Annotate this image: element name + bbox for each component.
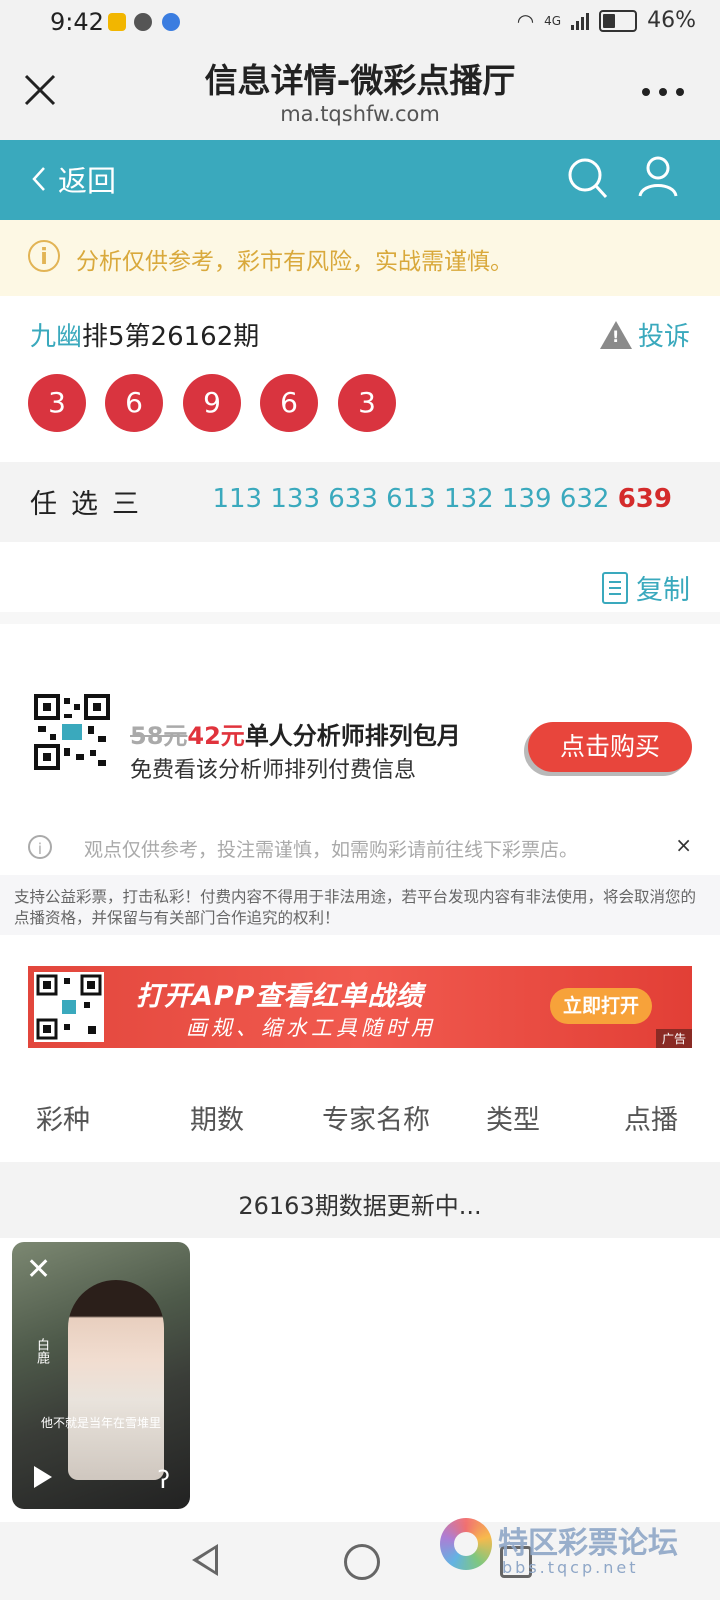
app-notification-icon (108, 13, 126, 31)
result-ball: 6 (105, 374, 163, 432)
pick-row: 任选三 113 133 633 613 132 139 632 639 (0, 462, 720, 542)
signal-icon (571, 12, 590, 30)
floating-video[interactable]: 白鹿 ✕ 他不就是当年在雪堆里 ʔ (12, 1242, 190, 1509)
analyst-name[interactable]: 九幽 (30, 322, 82, 352)
updating-text: 26163期数据更新中... (238, 1192, 482, 1220)
old-price: 58元 (130, 722, 188, 750)
info-icon: i (28, 835, 52, 859)
battery-percent: 46% (647, 8, 696, 33)
col-issue: 期数 (190, 1105, 244, 1136)
pick-type-label: 任选三 (30, 489, 153, 520)
top-nav: 返回 (0, 140, 720, 220)
ad-tag: 广告 (655, 1029, 692, 1048)
play-icon[interactable] (34, 1466, 52, 1488)
legal-text: 支持公益彩票，打击私彩！付费内容不得用于非法用途，若平台发现内容有非法使用，将会… (14, 888, 697, 927)
col-lottery: 彩种 (36, 1105, 90, 1136)
app-banner-ad[interactable]: 打开APP查看红单战绩 画规、缩水工具随时用 立即打开 广告 (28, 966, 692, 1048)
ear-icon[interactable]: ʔ (158, 1466, 170, 1494)
info-icon: i (28, 240, 60, 272)
page-title: 信息详情-微彩点播厅 (204, 61, 516, 100)
watermark-url: bbs.tqcp.net (502, 1558, 639, 1577)
close-video-icon[interactable]: ✕ (26, 1252, 51, 1287)
result-ball: 6 (260, 374, 318, 432)
risk-notice: i 分析仅供参考，彩市有风险，实战需谨慎。 (0, 220, 720, 296)
complaint-button[interactable]: 投诉 (599, 316, 690, 353)
nav-back-inner (198, 1549, 215, 1571)
advice-tip: i 观点仅供参考，投注需谨慎，如需购彩请前往线下彩票店。 × (28, 833, 692, 865)
issue-title: 九幽排5第26162期 (30, 316, 259, 353)
video-side-text: 白鹿 (34, 1338, 49, 1364)
search-icon[interactable] (566, 156, 610, 202)
nav-home-icon[interactable] (344, 1544, 380, 1580)
complaint-label: 投诉 (637, 322, 690, 352)
result-ball: 3 (338, 374, 396, 432)
status-bar: 9:42 ◠ 4G 46% (0, 0, 720, 44)
pick-number-list: 113 133 633 613 132 139 632 (212, 484, 610, 514)
divider (0, 612, 720, 624)
wechat-icon (134, 13, 152, 31)
result-ball: 9 (183, 374, 241, 432)
video-caption: 他不就是当年在雪堆里 (40, 1416, 161, 1430)
page-url: ma.tqshfw.com (280, 102, 440, 126)
user-icon[interactable] (636, 154, 680, 200)
copy-icon (602, 571, 628, 604)
banner-subline: 画规、缩水工具随时用 (186, 1016, 436, 1040)
buy-button[interactable]: 点击购买 (528, 722, 692, 772)
network-type: 4G (544, 13, 562, 28)
advice-tip-text: 观点仅供参考，投注需谨慎，如需购彩请前往线下彩票店。 (84, 839, 579, 861)
pick-highlight: 639 (617, 484, 672, 514)
subscription-title: 58元42元单人分析师排列包月 (130, 716, 461, 751)
copy-label: 复制 (636, 575, 690, 606)
issue-label: 排5第26162期 (82, 322, 260, 352)
watermark-title: 特区彩票论坛 (498, 1526, 678, 1561)
wifi-icon: ◠ (516, 8, 535, 33)
back-button[interactable]: 返回 (30, 158, 116, 200)
table-row: 26163期数据更新中... (0, 1162, 720, 1238)
more-icon[interactable] (642, 88, 684, 96)
close-tip-icon[interactable]: × (675, 833, 692, 857)
warning-icon (599, 320, 632, 349)
browser-title-bar: 信息详情-微彩点播厅 ma.tqshfw.com (0, 44, 720, 140)
legal-notice: 支持公益彩票，打击私彩！付费内容不得用于非法用途，若平台发现内容有非法使用，将会… (0, 875, 720, 935)
open-app-button[interactable]: 立即打开 (550, 988, 652, 1024)
browser-icon (162, 13, 180, 31)
status-time: 9:42 (50, 8, 104, 36)
pick-numbers: 113 133 633 613 132 139 632 639 (212, 484, 672, 514)
subscription-name: 单人分析师排列包月 (244, 722, 461, 750)
subscription-subtitle: 免费看该分析师排列付费信息 (130, 758, 417, 783)
forum-logo-icon (440, 1518, 492, 1570)
back-label: 返回 (58, 164, 117, 198)
col-type: 类型 (486, 1105, 540, 1136)
chevron-left-icon (32, 167, 45, 191)
copy-button[interactable]: 复制 (602, 568, 690, 607)
result-ball: 3 (28, 374, 86, 432)
new-price: 42元 (187, 722, 245, 750)
battery-icon (599, 9, 638, 32)
status-right: ◠ 4G 46% (517, 8, 696, 33)
col-expert: 专家名称 (322, 1105, 430, 1136)
qr-code-icon (34, 694, 110, 770)
qr-code-icon (34, 972, 104, 1042)
video-thumbnail (68, 1280, 164, 1480)
col-ondemand: 点播 (624, 1105, 678, 1136)
banner-headline: 打开APP查看红单战绩 (136, 981, 424, 1012)
table-header: 彩种 期数 专家名称 类型 点播 (0, 1064, 720, 1162)
risk-notice-text: 分析仅供参考，彩市有风险，实战需谨慎。 (76, 249, 513, 275)
